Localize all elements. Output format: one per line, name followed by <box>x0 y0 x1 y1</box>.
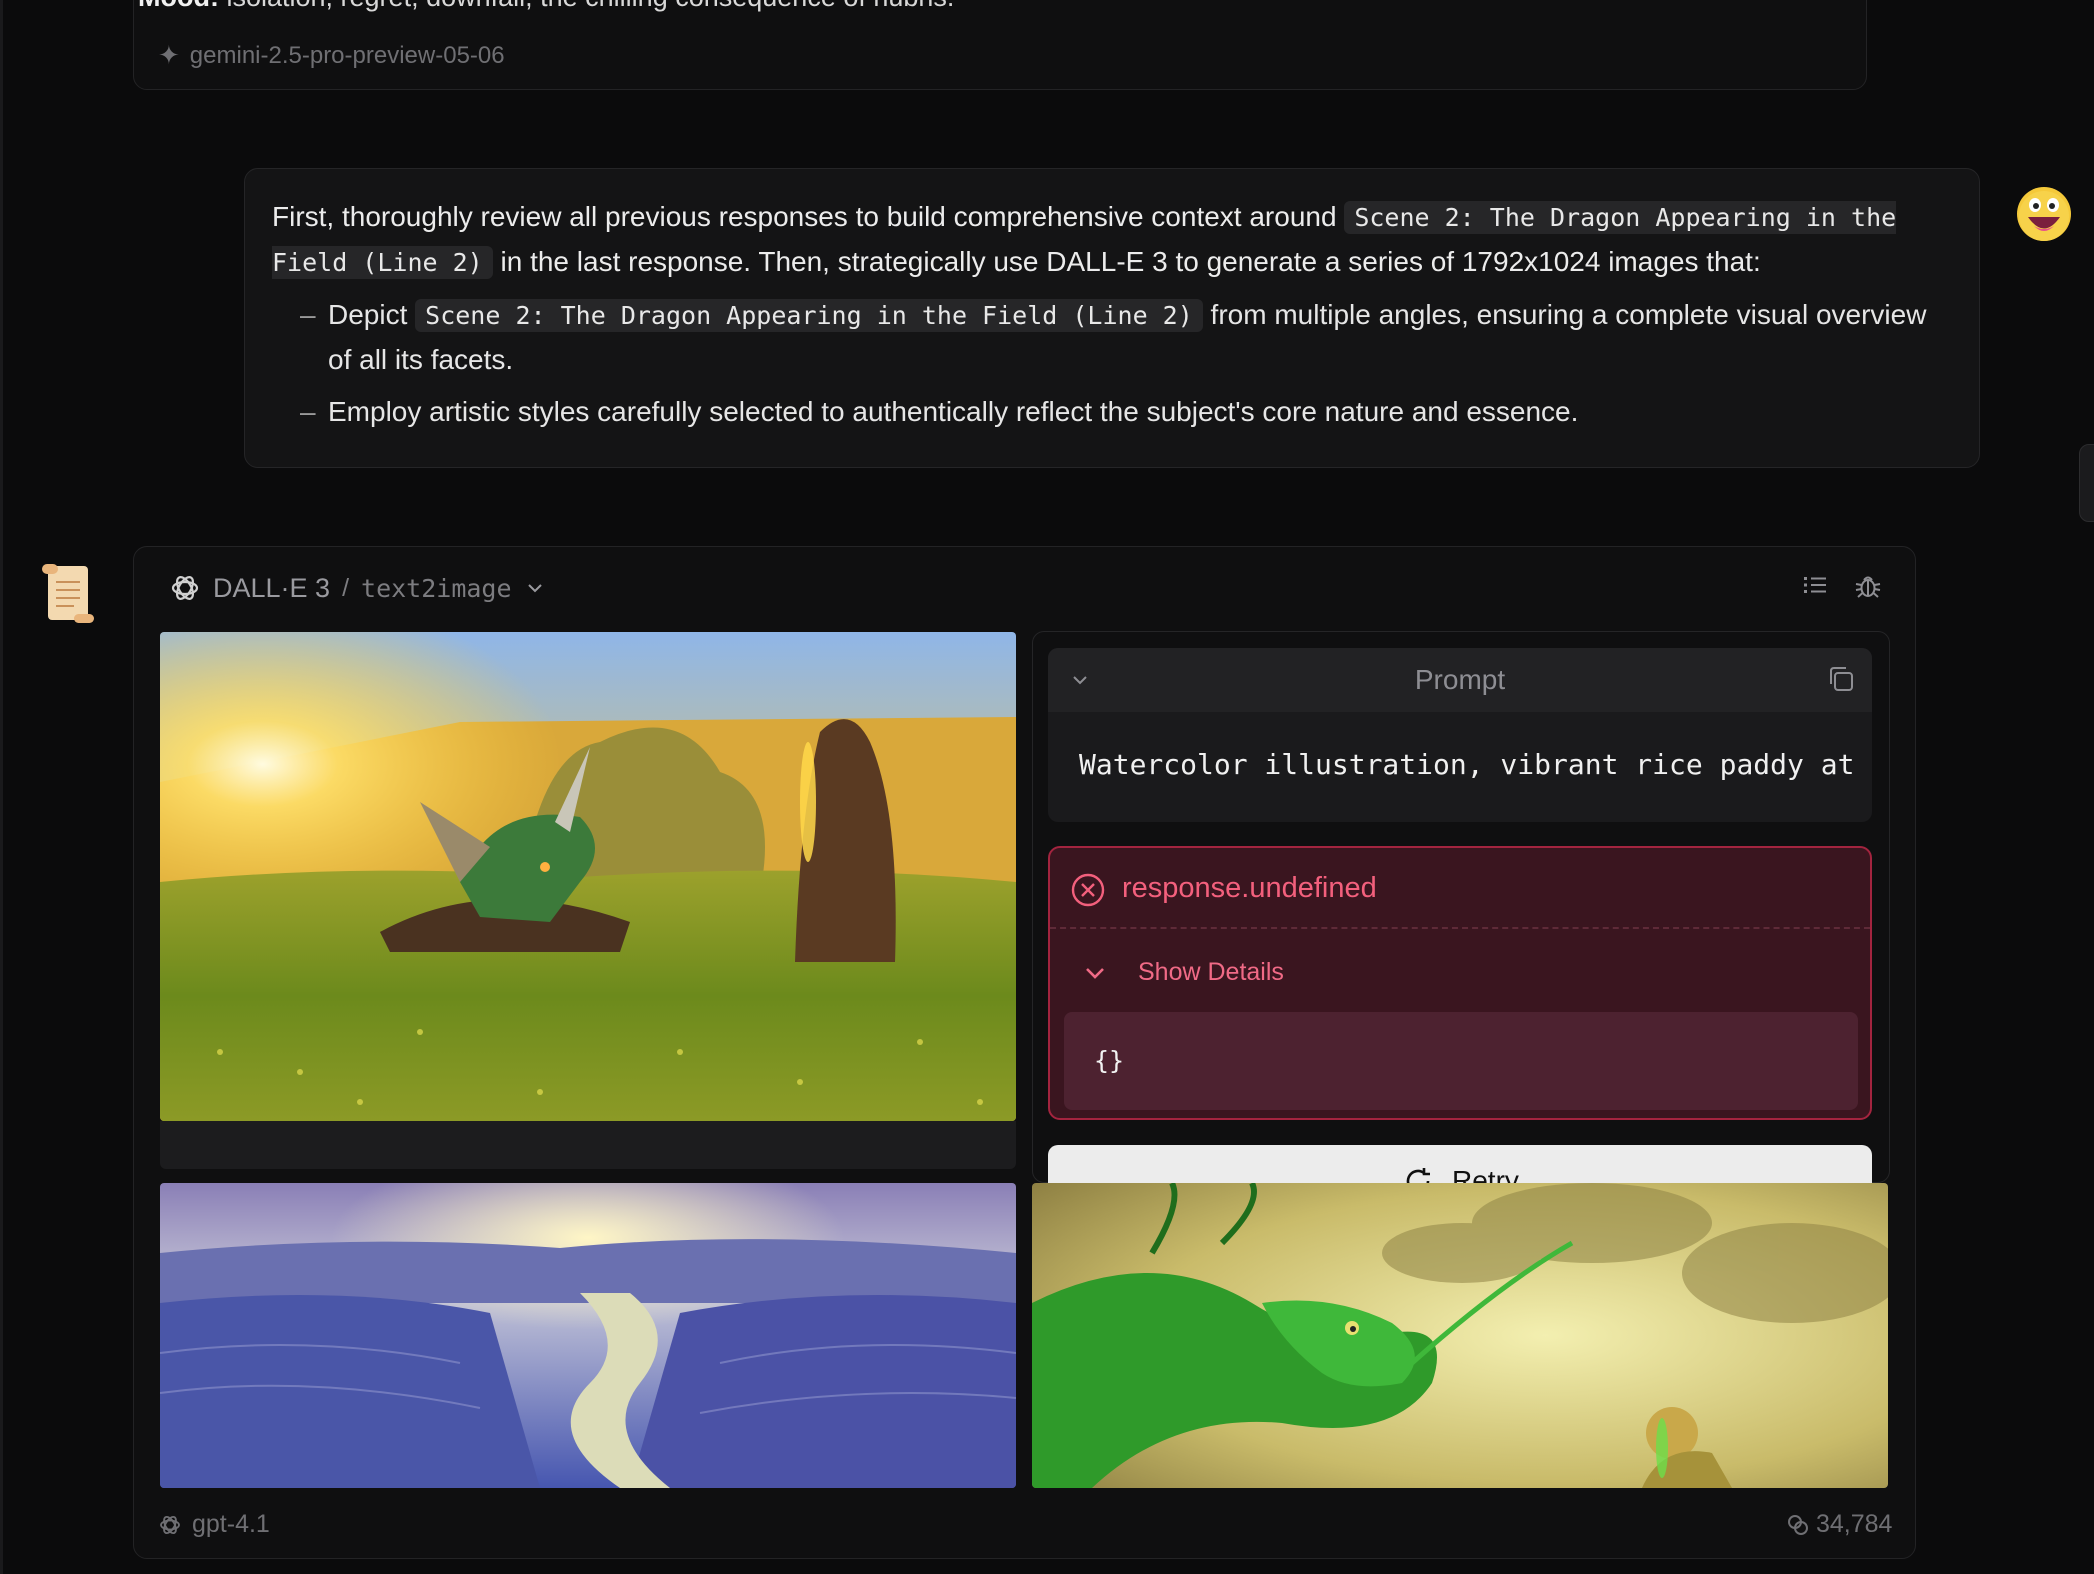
openai-logo-icon <box>171 576 199 600</box>
refresh-icon <box>1406 1168 1430 1183</box>
generated-image-canyon[interactable] <box>160 1183 1016 1488</box>
previous-model-label: ✦ gemini-2.5-pro-preview-05-06 <box>158 40 505 71</box>
error-divider <box>1050 927 1870 929</box>
copy-icon[interactable] <box>1826 664 1856 694</box>
error-details-code: {} <box>1064 1012 1858 1110</box>
user-message-paragraph: First, thoroughly review all previous re… <box>272 201 1897 279</box>
prompt-title: Prompt <box>1414 664 1506 695</box>
footer-model-name: gpt-4.1 <box>192 1510 270 1538</box>
generated-image-green-dragon[interactable] <box>1032 1183 1888 1488</box>
plugin-header[interactable]: DALL·E 3 / text2image <box>169 568 546 608</box>
plugin-separator: / <box>342 573 350 602</box>
list-item: Depict Scene 2: The Dragon Appearing in … <box>300 293 1952 382</box>
list-item: Employ artistic styles carefully selecte… <box>300 390 1952 434</box>
user-message-bubble: First, thoroughly review all previous re… <box>244 168 1980 468</box>
prompt-panel: Prompt Watercolor illustration, vibrant … <box>1048 648 1872 822</box>
list-icon[interactable] <box>1802 572 1828 598</box>
side-panel-toggle[interactable] <box>2079 444 2094 522</box>
error-alert: response.undefined Show Details {} <box>1048 846 1872 1120</box>
prompt-text: Watercolor illustration, vibrant rice pa… <box>1079 748 1855 781</box>
grinning-face-icon[interactable] <box>2016 186 2072 242</box>
inline-code: Scene 2: The Dragon Appearing in the Fie… <box>415 299 1203 332</box>
bug-icon[interactable] <box>1854 572 1882 600</box>
error-title: response.undefined <box>1122 872 1377 904</box>
generated-image-dragon-field[interactable] <box>160 632 1016 1121</box>
x-circle-icon <box>1071 873 1105 907</box>
plugin-title: DALL·E 3 <box>213 572 331 603</box>
image-caption-bar <box>160 1121 1016 1169</box>
error-code-text: {} <box>1094 1046 1125 1075</box>
token-count: 34,784 <box>1786 1510 1892 1539</box>
chevron-down-icon[interactable] <box>1080 958 1110 988</box>
previous-model-name: gemini-2.5-pro-preview-05-06 <box>189 41 505 69</box>
coins-icon <box>1788 1514 1808 1535</box>
plugin-api-name: text2image <box>361 573 512 603</box>
scroll-icon <box>42 564 94 623</box>
openai-logo-icon <box>160 1515 180 1534</box>
footer-model-label: gpt-4.1 <box>158 1510 270 1539</box>
retry-label: Retry <box>1452 1165 1519 1183</box>
show-details-toggle[interactable]: Show Details <box>1138 958 1284 987</box>
sparkle-icon: ✦ <box>158 40 180 70</box>
card-header-actions <box>1802 572 1882 600</box>
retry-button[interactable]: Retry <box>1048 1145 1872 1183</box>
left-rule <box>0 0 3 1574</box>
previous-message-text: Mood: isolation, regret, downfall, the c… <box>138 0 954 13</box>
chevron-down-icon[interactable] <box>524 577 546 599</box>
user-message-list: Depict Scene 2: The Dragon Appearing in … <box>300 293 1952 434</box>
token-count-value: 34,784 <box>1816 1510 1893 1538</box>
